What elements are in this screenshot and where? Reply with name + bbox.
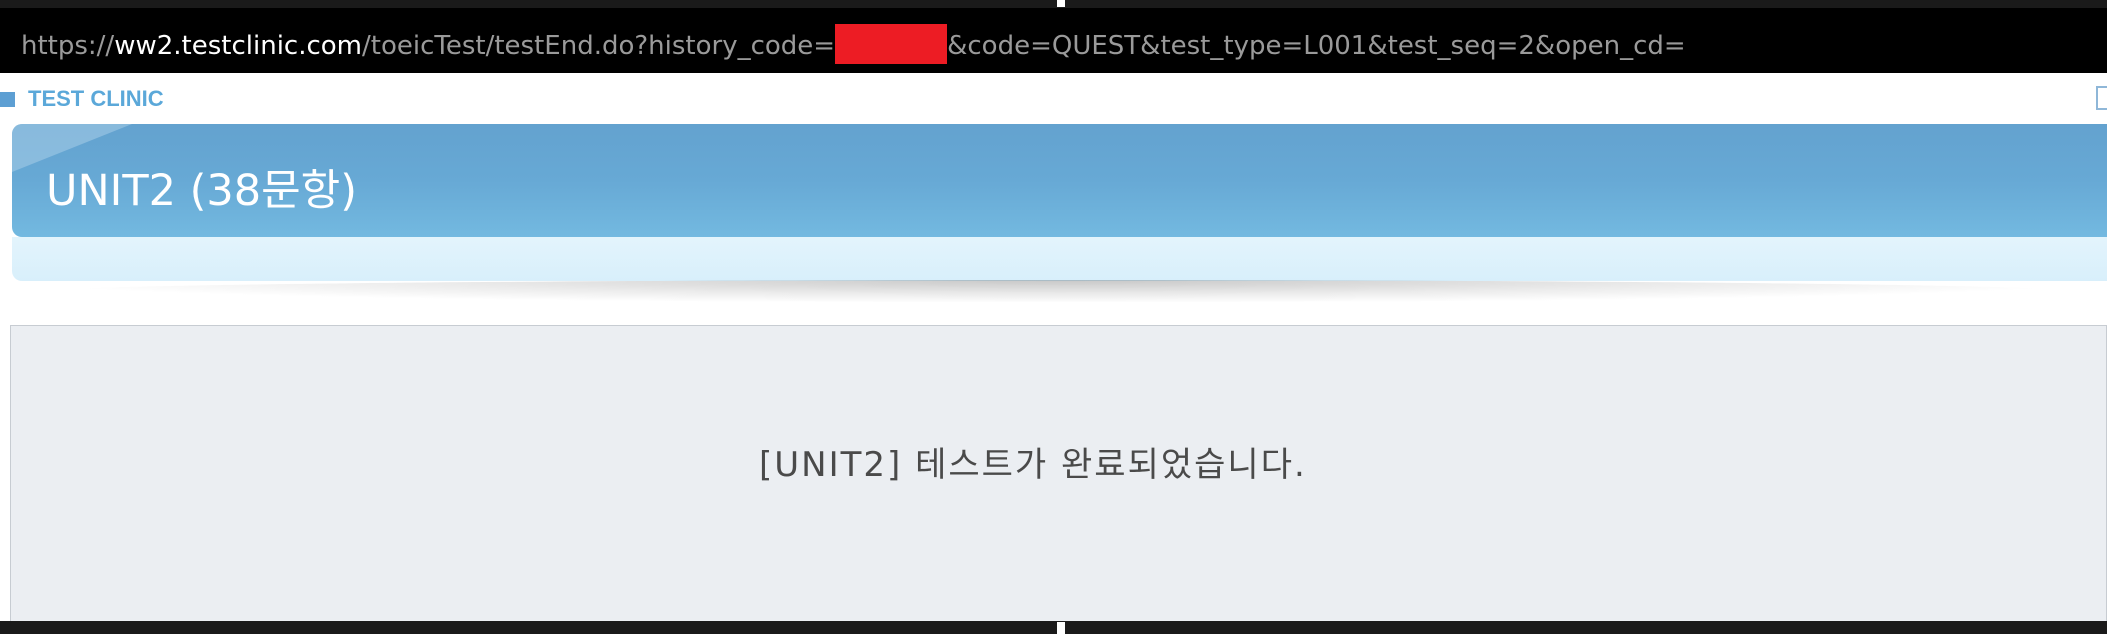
url-text[interactable]: https://ww2.testclinic.com/toeicTest/tes… — [21, 23, 1686, 64]
square-bullet-icon — [0, 91, 15, 107]
completion-panel: [UNIT2] 테스트가 완료되었습니다. — [10, 325, 2107, 625]
address-bar[interactable]: https://ww2.testclinic.com/toeicTest/tes… — [0, 0, 2107, 73]
brand-name: TEST CLINIC — [28, 86, 164, 111]
window-resize-handle-bottom[interactable] — [1057, 622, 1065, 634]
url-host: ww2.testclinic.com — [114, 31, 363, 61]
redacted-history-code — [835, 23, 948, 64]
brand-header: TEST CLINIC — [0, 86, 164, 111]
window-resize-handle-top[interactable] — [1057, 0, 1065, 7]
url-scheme: https:// — [21, 31, 115, 61]
header-subbar — [12, 237, 2107, 281]
page-title: UNIT2 (38문항) — [46, 166, 358, 216]
close-icon[interactable] — [2096, 86, 2107, 110]
header-corner-decoration — [12, 124, 132, 172]
page-content: TEST CLINIC UNIT2 (38문항) [UNIT2] 테스트가 완료… — [0, 73, 2107, 625]
completion-message: [UNIT2] 테스트가 완료되었습니다. — [759, 445, 1307, 485]
unit-header-banner: UNIT2 (38문항) — [12, 124, 2107, 237]
header-shadow — [60, 280, 2060, 302]
window-bottom-edge — [0, 621, 2107, 634]
url-path-suffix: &code=QUEST&test_type=L001&test_seq=2&op… — [947, 31, 1686, 61]
url-path-prefix: /toeicTest/testEnd.do?history_code= — [362, 31, 836, 61]
screenshot-root: https://ww2.testclinic.com/toeicTest/tes… — [0, 0, 2107, 634]
